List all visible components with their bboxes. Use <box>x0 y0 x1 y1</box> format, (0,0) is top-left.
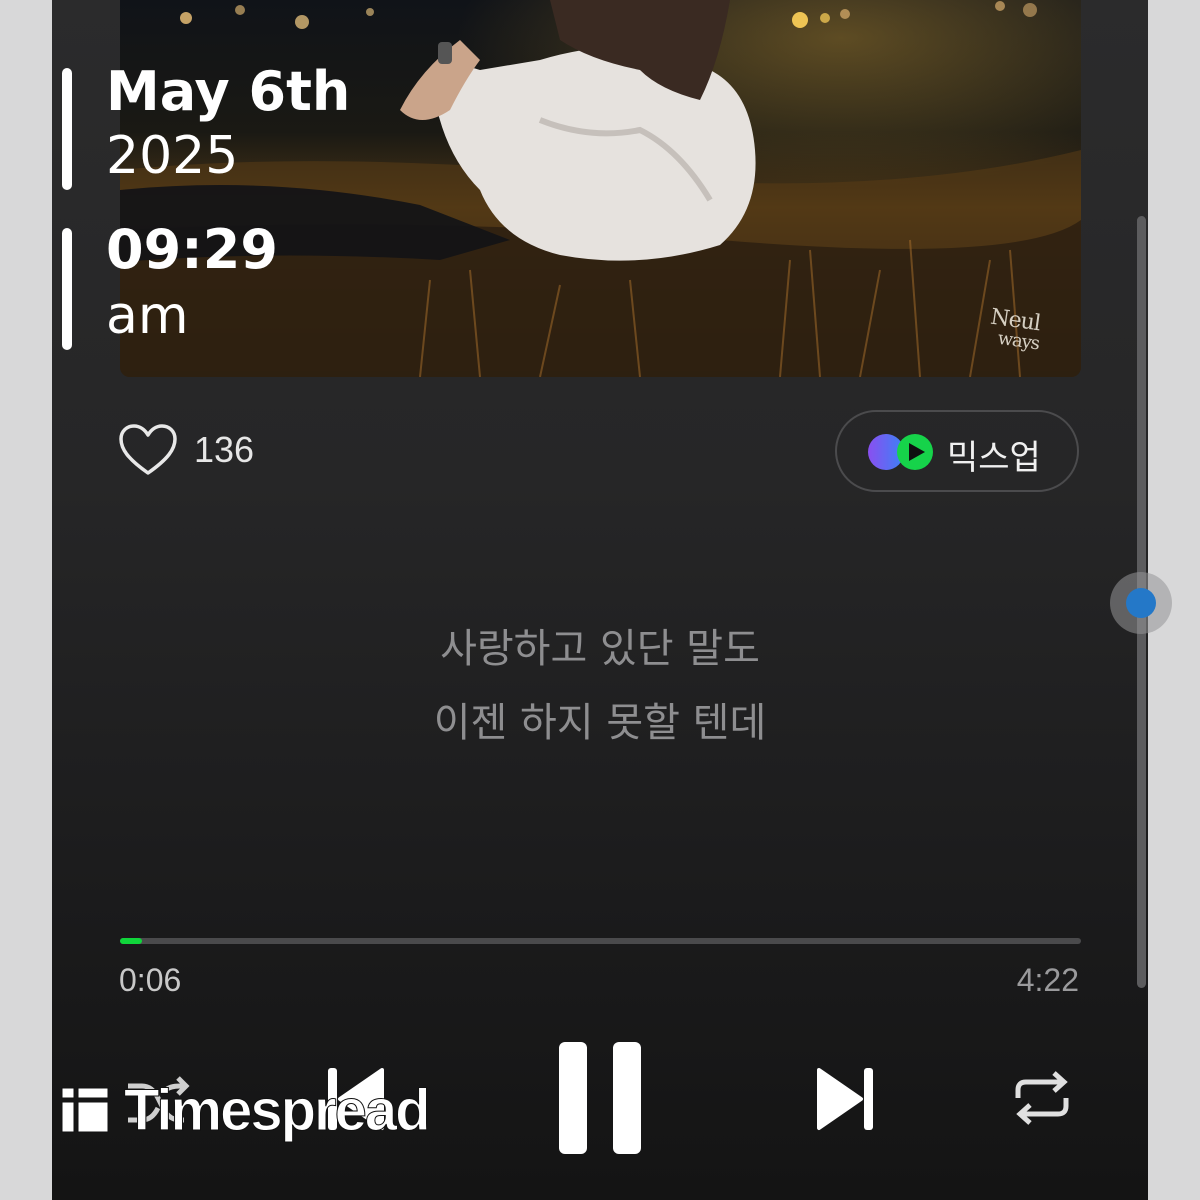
total-time: 4:22 <box>1016 962 1079 998</box>
progress-bar[interactable] <box>120 938 1081 944</box>
like-button[interactable]: 136 <box>118 422 254 478</box>
heart-outline-icon <box>119 424 177 475</box>
scroll-handle-dot <box>1126 588 1156 618</box>
time-text: 09:29 <box>106 218 278 281</box>
elapsed-time: 0:06 <box>119 962 182 998</box>
scroll-handle[interactable] <box>1110 572 1172 634</box>
lyrics-panel[interactable]: 사랑하고 있단 말도 이젠 하지 못할 텐데 <box>0 612 1200 760</box>
album-art: Neul ways <box>120 0 1081 377</box>
date-bar <box>62 68 72 190</box>
progress-fill <box>120 938 142 944</box>
date-text: May 6th <box>106 60 351 123</box>
album-logo: Neul ways <box>987 305 1044 355</box>
album-art-image <box>120 0 1081 377</box>
pause-icon[interactable] <box>557 1040 643 1156</box>
mixup-label: 믹스업 <box>947 438 1041 478</box>
lyrics-line: 사랑하고 있단 말도 <box>440 626 760 672</box>
brand-text: Timespread <box>124 1077 432 1143</box>
repeat-icon[interactable] <box>1010 1068 1074 1128</box>
skip-next-icon[interactable] <box>815 1064 875 1134</box>
screenshot-stage: Neul ways May 6th 2025 09:29 am 136 믹스업 … <box>0 0 1200 1200</box>
like-count: 136 <box>194 429 255 470</box>
meridiem-text: am <box>106 286 189 346</box>
brand-logo-icon <box>61 1087 109 1133</box>
lyrics-line: 이젠 하지 못할 텐데 <box>433 700 767 746</box>
year-text: 2025 <box>106 126 239 186</box>
brand-watermark: Timespread <box>60 1077 431 1143</box>
mixup-button[interactable]: 믹스업 <box>835 410 1079 492</box>
time-bar <box>62 228 72 350</box>
mixup-logo-icon <box>868 434 933 470</box>
